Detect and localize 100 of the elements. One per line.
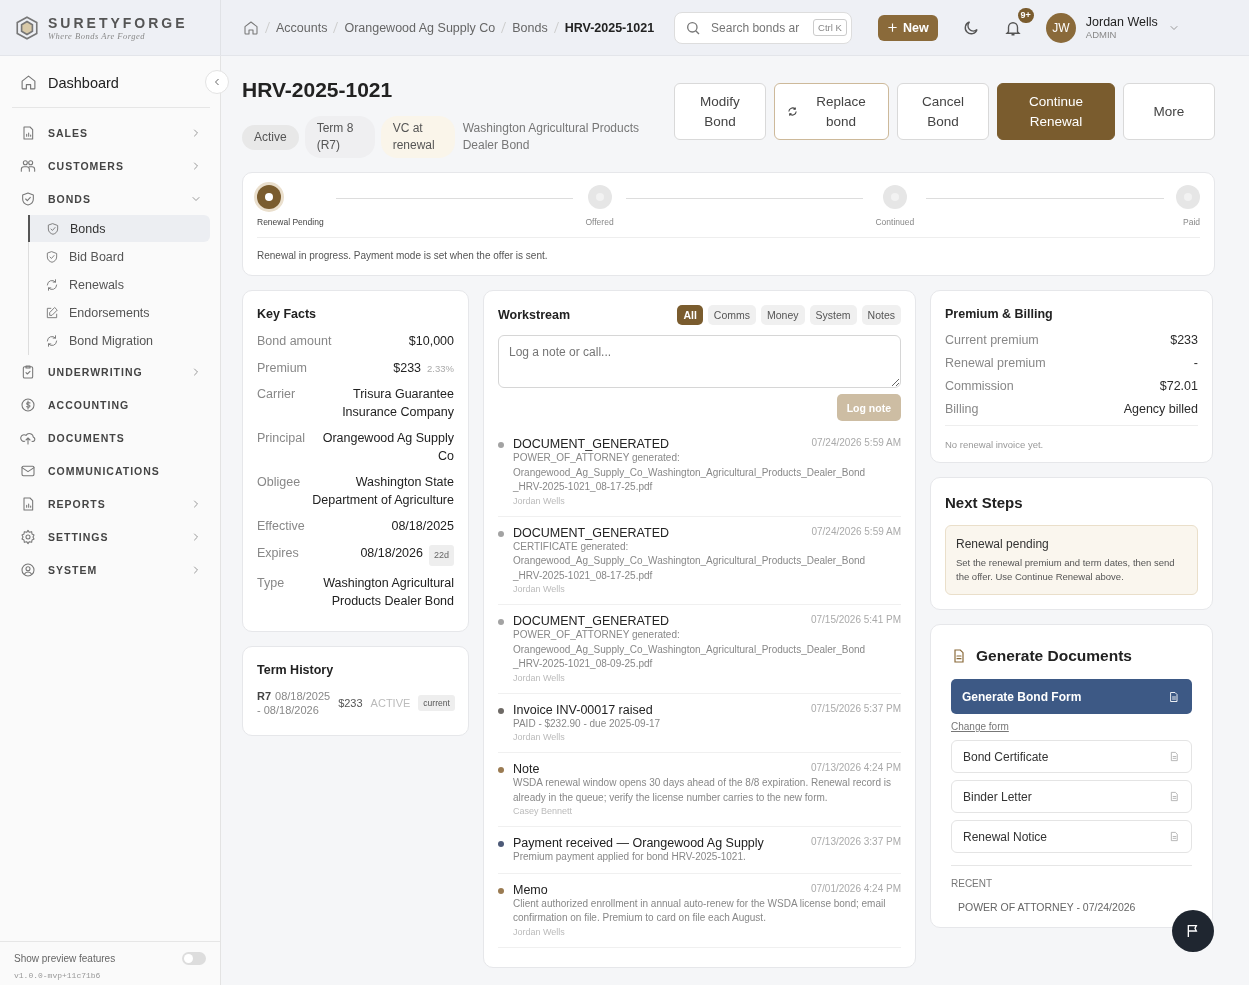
sidebar-section[interactable]: SYSTEM [12, 553, 210, 586]
preview-label: Show preview features [14, 953, 116, 964]
search-input[interactable]: Search bonds ar [709, 19, 806, 36]
note-input[interactable]: Log a note or call... [498, 335, 901, 388]
event-author: Jordan Wells [513, 583, 566, 596]
preview-toggle[interactable] [182, 952, 206, 965]
event-title: Memo [513, 882, 548, 897]
event-title: Note [513, 762, 540, 776]
plus-icon [887, 22, 899, 33]
status-chip: Term 8 (R7) [304, 116, 375, 158]
refresh-icon [787, 106, 798, 117]
home-icon [20, 74, 37, 91]
sidebar-section[interactable]: DOCUMENTS [12, 421, 210, 454]
breadcrumb-link[interactable]: Bonds [512, 20, 548, 35]
fact-label: Bond amount [257, 333, 332, 350]
filter-tab[interactable]: System [809, 305, 857, 325]
sidebar-section[interactable]: BONDS [12, 182, 210, 215]
notification-badge: 9+ [1017, 7, 1034, 23]
new-button[interactable]: New [878, 14, 938, 41]
sidebar-item[interactable]: Renewals [29, 271, 210, 298]
sidebar-item[interactable]: Bond Migration [29, 327, 210, 354]
alert-title: Renewal pending [956, 537, 1050, 551]
people-icon [20, 157, 36, 174]
fact-label: Type [257, 575, 285, 592]
event-author: Casey Bennett [513, 805, 574, 818]
fact-value: 08/18/2025 [391, 518, 454, 535]
breadcrumb-link[interactable]: Accounts [276, 20, 328, 35]
event-title: Invoice INV-00017 raised [513, 702, 653, 717]
card-title: Key Facts [257, 307, 318, 321]
action-button[interactable]: Modify Bond [674, 83, 766, 140]
bond-description: Washington Agricultural Products Dealer Bond [462, 120, 640, 154]
event-time: 07/15/2026 5:37 PM [810, 702, 901, 716]
generate-button[interactable]: Generate Bond Form [951, 679, 1192, 714]
refresh-icon [45, 277, 59, 292]
sidebar-section[interactable]: CUSTOMERS [12, 149, 210, 182]
user-icon [20, 561, 36, 578]
recent-heading: RECENT [951, 865, 1192, 889]
sidebar-item[interactable]: Bonds [28, 215, 210, 242]
action-button[interactable]: More [1123, 83, 1215, 140]
breadcrumb-link[interactable]: Orangewood Ag Supply Co [344, 20, 496, 35]
sidebar-section[interactable]: REPORTS [12, 487, 210, 520]
card-title: Term History [257, 663, 335, 677]
feedback-button[interactable] [1172, 910, 1214, 952]
filter-tab[interactable]: All [677, 305, 703, 325]
sidebar-section[interactable]: SALES [12, 116, 210, 149]
event-body: Premium payment applied for bond HRV-2025-1021. [513, 850, 747, 864]
user-avatar[interactable]: JW [1045, 12, 1076, 43]
billing-label: Renewal premium [945, 356, 1046, 370]
billing-value: $72.01 [1159, 379, 1198, 393]
billing-label: Current premium [945, 333, 1039, 347]
event-title: DOCUMENT_GENERATED [513, 614, 670, 628]
fact-label: Obligee [257, 474, 301, 491]
report-icon [20, 124, 36, 141]
filter-tab[interactable]: Notes [861, 305, 901, 325]
recent-document[interactable]: POWER OF ATTORNEY - 07/24/2026 [951, 901, 1192, 913]
event-title: DOCUMENT_GENERATED [513, 437, 670, 451]
billing-note: No renewal invoice yet. [945, 425, 1198, 450]
sidebar-section[interactable]: ACCOUNTING [12, 388, 210, 421]
search-field[interactable]: Search bonds ar Ctrl K [674, 11, 853, 44]
days-badge: 22d [428, 544, 454, 566]
report-icon [20, 495, 36, 512]
page-title: HRV-2025-1021 [242, 78, 394, 102]
event-body: CERTIFICATE generated: Orangewood_Ag_Supply_Co_Washington_Agricultural_Products_Dealer_Bond _HRV-2025-1021_08-17-25.pdf [513, 540, 867, 583]
step-label: Renewal Pending [257, 217, 324, 227]
dashboard-link[interactable]: Dashboard [12, 68, 188, 97]
sidebar-section[interactable]: SETTINGS [12, 520, 210, 553]
clipboard-icon [20, 363, 36, 380]
fact-label: Effective [257, 518, 305, 535]
step-label: Paid [1183, 217, 1200, 227]
breadcrumb-link[interactable]: HRV-2025-1021 [564, 20, 655, 35]
document-button[interactable]: Renewal Notice [951, 820, 1192, 853]
action-button[interactable]: Continue Renewal [997, 83, 1115, 140]
action-button[interactable]: Cancel Bond [897, 83, 989, 140]
sidebar-section[interactable]: UNDERWRITING [12, 355, 210, 388]
fact-value: Trisura Guarantee Insurance Company [341, 386, 454, 421]
event-body: POWER_OF_ATTORNEY generated: Orangewood_Ag_Supply_Co_Washington_Agricultural_Products_Dealer_Bond _HRV-2025-1021_08-09-25.pdf [513, 628, 867, 671]
sidebar-item[interactable]: Bid Board [29, 243, 210, 270]
search-icon [685, 19, 702, 36]
billing-label: Billing [945, 402, 979, 416]
brand-tagline: Where Bonds Are Forged [48, 30, 146, 41]
document-icon [951, 648, 967, 664]
event-title: DOCUMENT_GENERATED [513, 525, 670, 540]
card-title: Generate Documents [976, 647, 1132, 665]
card-title: Next Steps [945, 494, 1024, 511]
status-chip: Active [242, 124, 299, 150]
change-form-link[interactable]: Change form [951, 721, 1009, 732]
filter-tab[interactable]: Money [761, 305, 805, 325]
action-button[interactable]: Replace bond [774, 83, 889, 140]
filter-tab[interactable]: Comms [707, 305, 757, 325]
fact-value: Washington Agricultural Products Dealer Bond [322, 575, 454, 610]
alert-text: Set the renewal premium and term dates, then send the offer. Use Continue Renewal above. [956, 556, 1176, 584]
sidebar-item[interactable]: Endorsements [29, 299, 210, 326]
brand-name: SURETYFORGE [48, 14, 188, 31]
sidebar-section[interactable]: COMMUNICATIONS [12, 454, 210, 487]
refresh-icon [45, 333, 59, 348]
document-button[interactable]: Bond Certificate [951, 740, 1192, 773]
document-icon [1169, 791, 1180, 802]
document-button[interactable]: Binder Letter [951, 780, 1192, 813]
current-tag: current [418, 695, 455, 711]
event-author: Jordan Wells [513, 671, 566, 685]
